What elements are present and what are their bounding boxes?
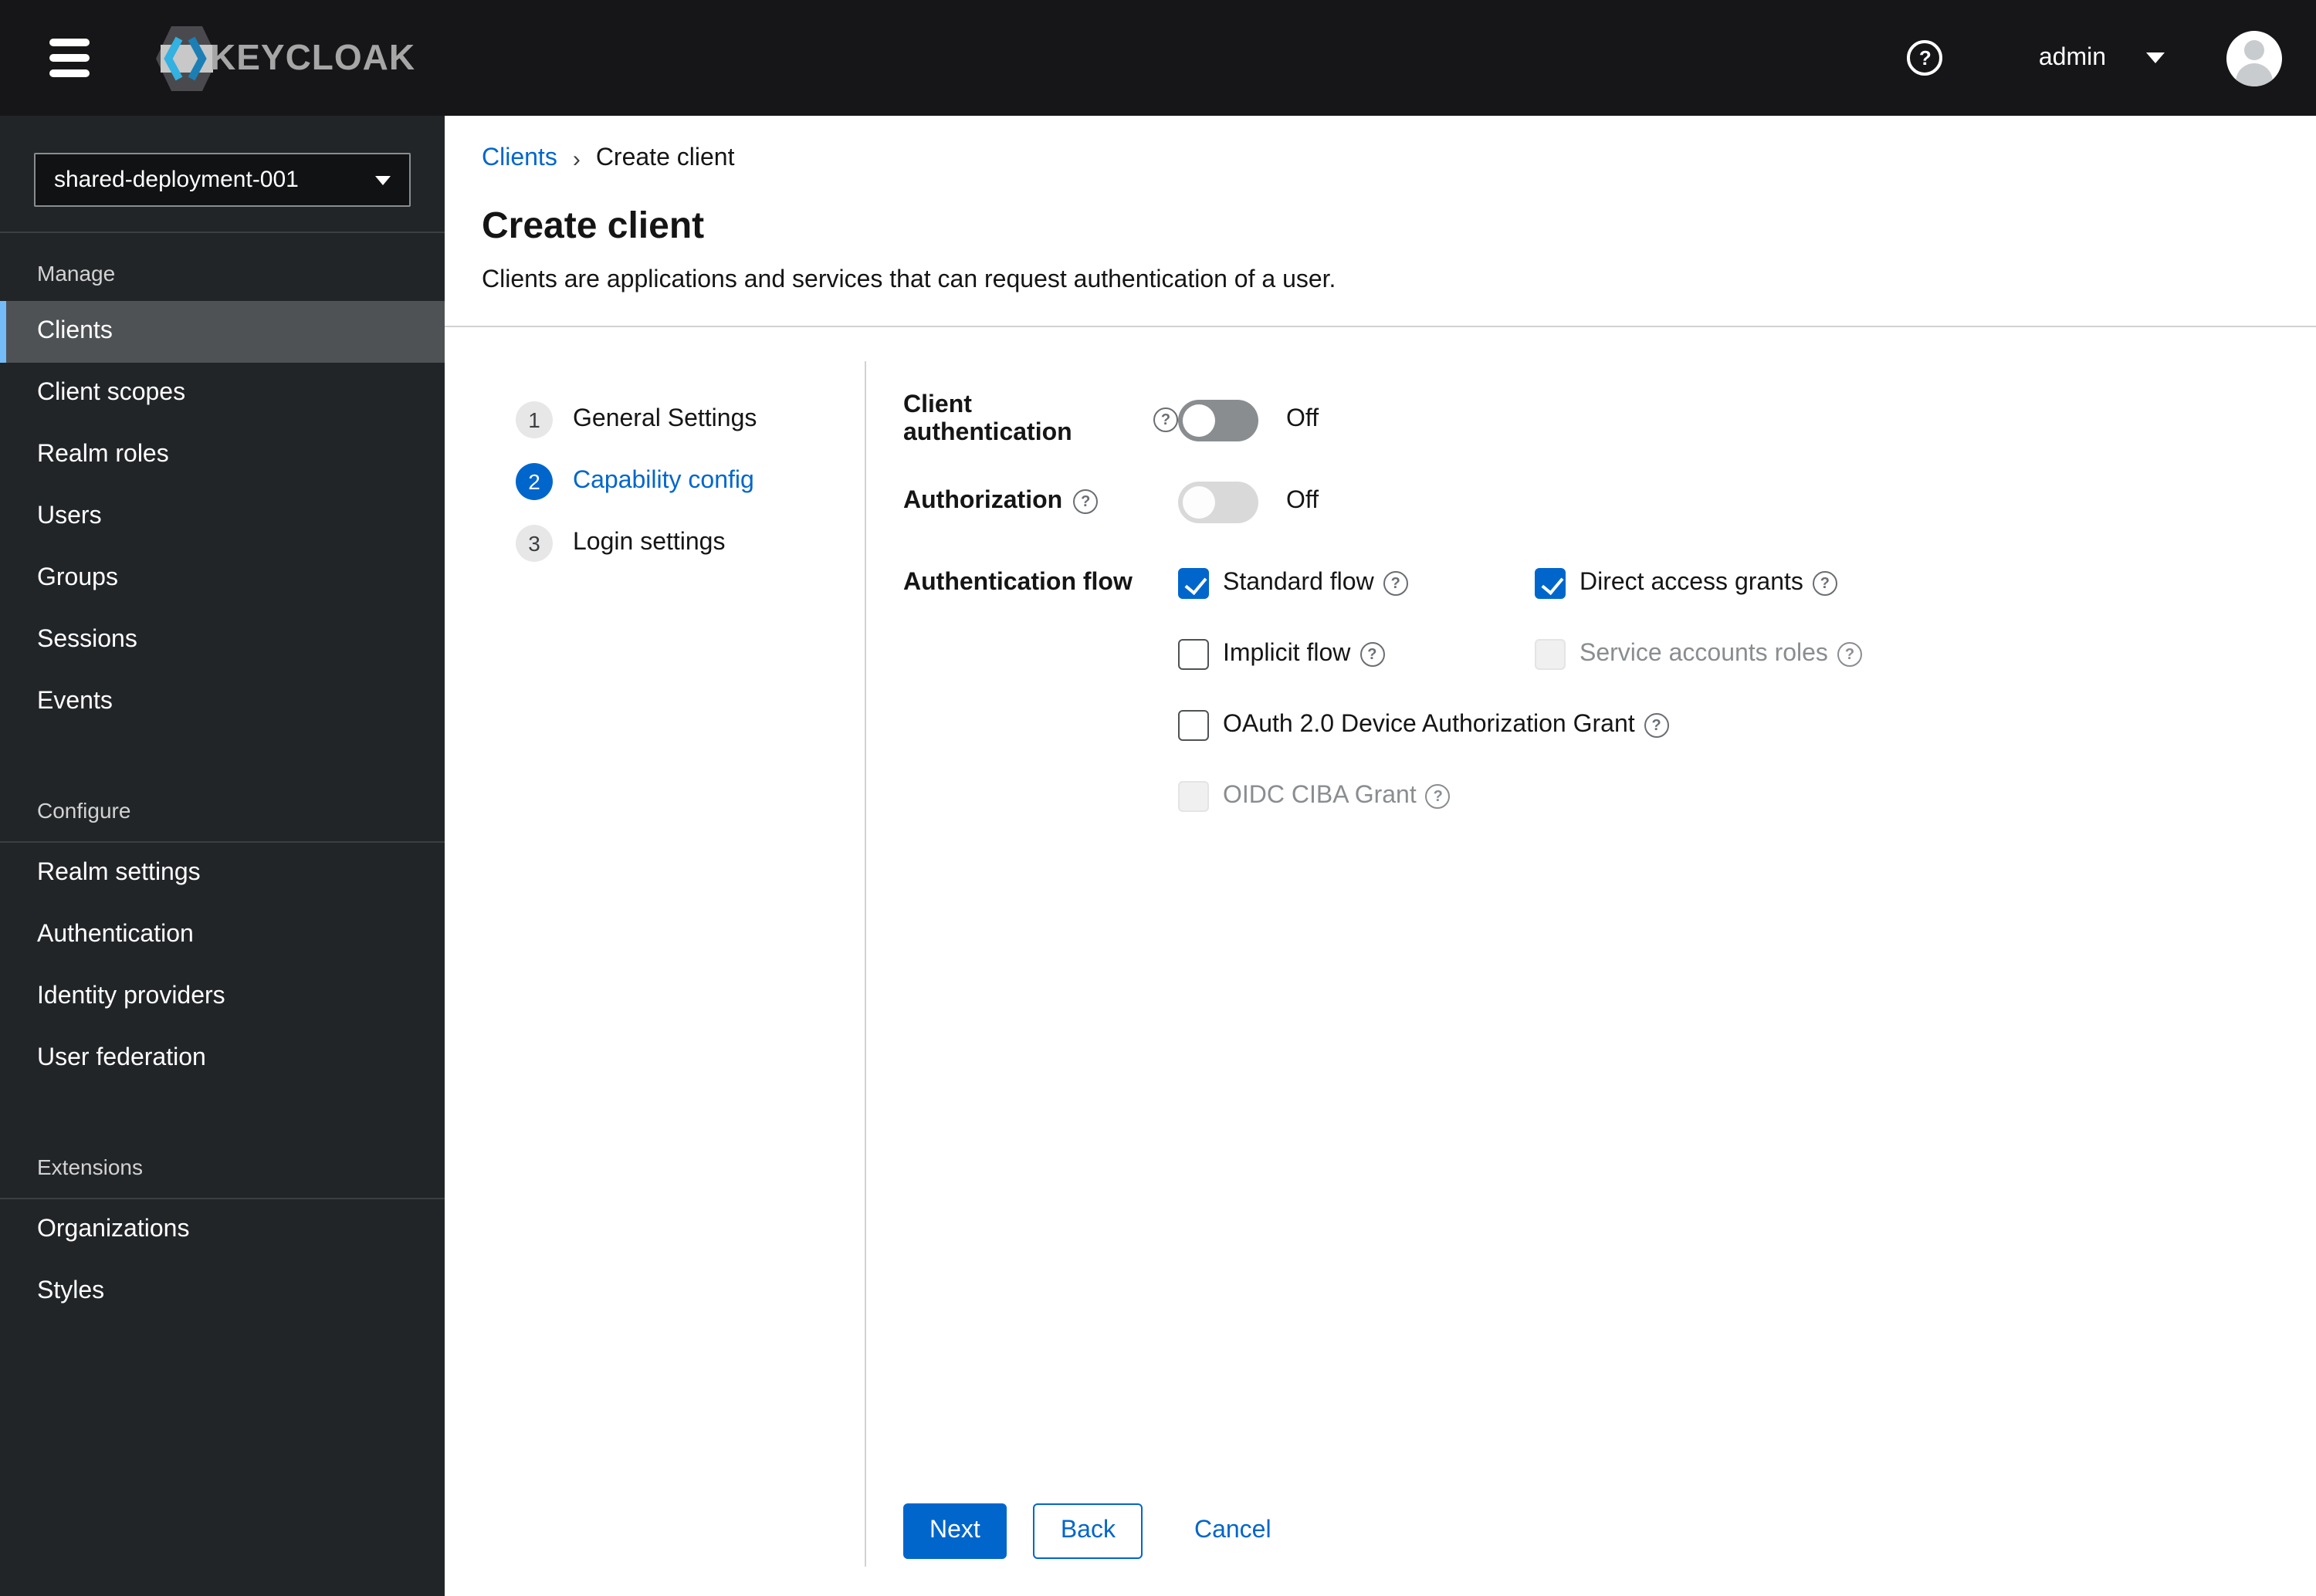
section-label-extensions: Extensions	[37, 1155, 143, 1179]
authorization-toggle	[1178, 481, 1258, 522]
client-authentication-value: Off	[1286, 406, 1319, 432]
sidebar-item-events[interactable]: Events	[0, 671, 445, 733]
step-number: 3	[516, 525, 553, 562]
authentication-flow-options: Standard flow Direct access grants Imp	[1178, 568, 1862, 812]
back-button[interactable]: Back	[1032, 1503, 1143, 1559]
avatar[interactable]	[2226, 30, 2282, 86]
chevron-down-icon	[375, 175, 391, 184]
oauth-device-grant-checkbox[interactable]	[1178, 710, 1209, 741]
service-accounts-roles-checkbox	[1535, 639, 1566, 670]
option-service-accounts-roles: Service accounts roles	[1535, 639, 1862, 670]
breadcrumb: Clients › Create client	[482, 145, 2279, 173]
client-authentication-label: Client authentication	[903, 392, 1072, 446]
realm-name: shared-deployment-001	[54, 167, 299, 193]
client-authentication-toggle[interactable]	[1178, 399, 1258, 441]
option-direct-access-grants: Direct access grants	[1535, 568, 1862, 599]
sidebar-item-groups[interactable]: Groups	[0, 548, 445, 610]
user-menu[interactable]: admin	[2039, 44, 2165, 72]
option-implicit-flow: Implicit flow	[1178, 639, 1535, 670]
nav-list-manage: Clients Client scopes Realm roles Users …	[0, 301, 445, 733]
help-icon[interactable]	[1359, 642, 1385, 667]
sidebar-item-client-scopes[interactable]: Client scopes	[0, 363, 445, 424]
help-icon[interactable]	[1837, 642, 1862, 667]
option-oidc-ciba-grant: OIDC CIBA Grant	[1178, 781, 1862, 812]
breadcrumb-current: Create client	[595, 145, 735, 171]
nav-list-extensions: Organizations Styles	[0, 1199, 445, 1323]
sidebar-item-realm-settings[interactable]: Realm settings	[0, 843, 445, 905]
header-divider	[445, 326, 2316, 327]
page-subtitle: Clients are applications and services th…	[482, 267, 1336, 293]
help-icon[interactable]	[1425, 784, 1451, 809]
authentication-flow-label: Authentication flow	[903, 570, 1133, 596]
step-number: 2	[516, 463, 553, 500]
direct-access-grants-checkbox[interactable]	[1535, 568, 1566, 599]
help-icon[interactable]	[1383, 571, 1408, 596]
chevron-down-icon	[2146, 52, 2165, 63]
sidebar-item-user-federation[interactable]: User federation	[0, 1028, 445, 1090]
sidebar-item-organizations[interactable]: Organizations	[0, 1199, 445, 1261]
masthead: KEYCLOAK admin	[0, 0, 2316, 116]
step-number: 1	[516, 401, 553, 438]
username-label: admin	[2038, 44, 2106, 70]
main-content: Clients › Create client Create client Cl…	[445, 116, 2316, 1596]
wizard-footer: Next Back Cancel	[903, 1503, 1298, 1559]
sidebar-item-styles[interactable]: Styles	[0, 1261, 445, 1323]
capability-config-form: Client authentication Off Authorization …	[866, 361, 2316, 1596]
help-icon[interactable]	[1907, 40, 1943, 76]
sidebar-divider	[0, 232, 445, 233]
sidebar-item-clients[interactable]: Clients	[0, 301, 445, 363]
sidebar-item-sessions[interactable]: Sessions	[0, 610, 445, 671]
breadcrumb-chevron-icon: ›	[572, 146, 581, 172]
realm-selector[interactable]: shared-deployment-001	[34, 153, 411, 207]
help-icon[interactable]	[1073, 489, 1099, 514]
keycloak-logo: KEYCLOAK	[154, 22, 415, 93]
sidebar-item-authentication[interactable]: Authentication	[0, 905, 445, 966]
authentication-flow-row: Authentication flow Standard flow Direct…	[903, 568, 2316, 812]
page-title: Create client	[482, 205, 705, 247]
client-authentication-row: Client authentication Off	[903, 392, 2316, 448]
authorization-label: Authorization	[903, 488, 1063, 514]
help-icon[interactable]	[1812, 571, 1837, 596]
wizard-step-login-settings[interactable]: 3 Login settings	[516, 525, 865, 562]
option-oauth-device-grant: OAuth 2.0 Device Authorization Grant	[1178, 710, 1862, 741]
app-window: KEYCLOAK admin shared-deployment-001 Man…	[0, 0, 2316, 1596]
wizard-steps-nav: 1 General Settings 2 Capability config 3…	[445, 361, 865, 1596]
brand-wordmark: KEYCLOAK	[210, 37, 416, 77]
help-icon[interactable]	[1644, 713, 1669, 738]
next-button[interactable]: Next	[903, 1503, 1007, 1559]
help-icon[interactable]	[1153, 407, 1178, 432]
sidebar-item-realm-roles[interactable]: Realm roles	[0, 424, 445, 486]
nav-list-configure: Realm settings Authentication Identity p…	[0, 843, 445, 1090]
implicit-flow-checkbox[interactable]	[1178, 639, 1209, 670]
wizard-step-general-settings[interactable]: 1 General Settings	[516, 401, 865, 438]
authorization-row: Authorization Off	[903, 475, 2316, 528]
section-label-configure: Configure	[37, 798, 131, 823]
standard-flow-checkbox[interactable]	[1178, 568, 1209, 599]
create-client-wizard: 1 General Settings 2 Capability config 3…	[445, 361, 2316, 1596]
wizard-step-capability-config[interactable]: 2 Capability config	[516, 463, 865, 500]
cancel-button[interactable]: Cancel	[1168, 1503, 1298, 1559]
sidebar: shared-deployment-001 Manage Clients Cli…	[0, 116, 445, 1596]
authorization-value: Off	[1286, 488, 1319, 514]
breadcrumb-link-clients[interactable]: Clients	[482, 145, 557, 173]
oidc-ciba-grant-checkbox	[1178, 781, 1209, 812]
section-label-manage: Manage	[37, 261, 116, 286]
sidebar-item-identity-providers[interactable]: Identity providers	[0, 966, 445, 1028]
hamburger-menu-icon[interactable]	[49, 39, 90, 77]
sidebar-item-users[interactable]: Users	[0, 486, 445, 548]
option-standard-flow: Standard flow	[1178, 568, 1535, 599]
